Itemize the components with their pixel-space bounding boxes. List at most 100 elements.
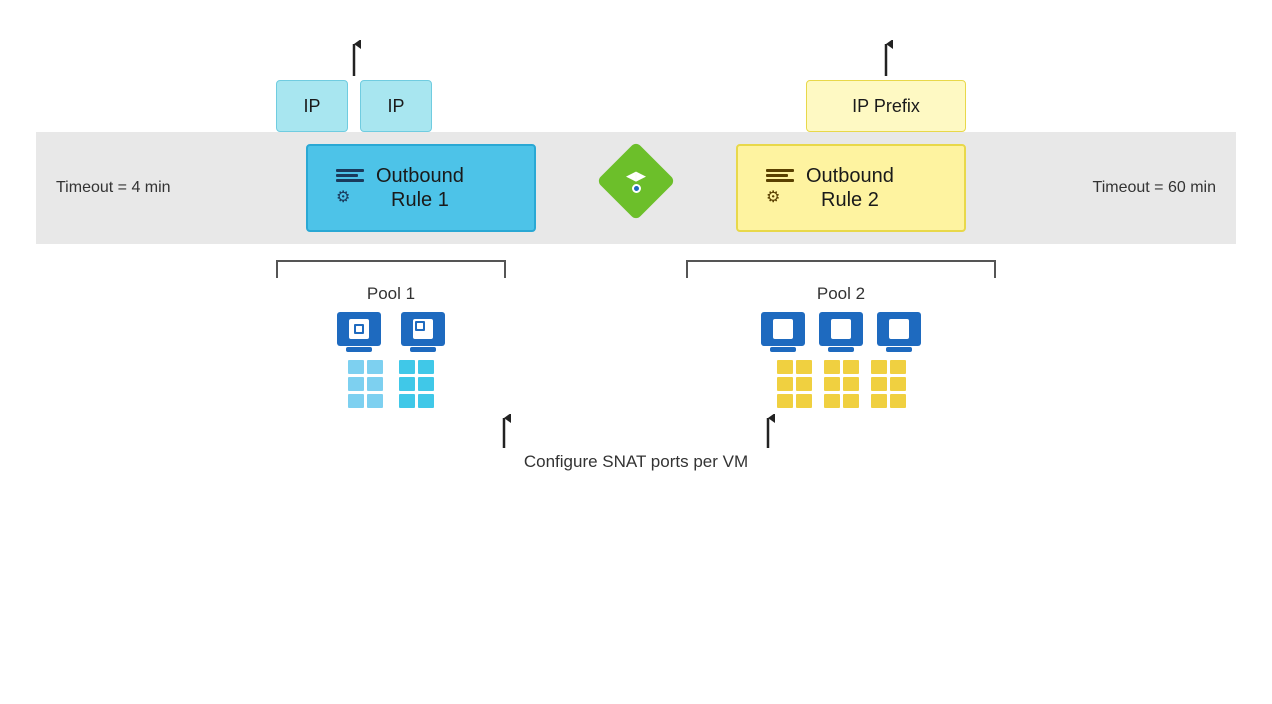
pool2-bracket-right — [994, 260, 996, 278]
rule-line-2 — [336, 174, 358, 177]
vm1-cube — [349, 319, 369, 339]
top-area: IP IP IP Prefix — [36, 12, 1236, 132]
vm5-cube — [889, 319, 909, 339]
py18 — [890, 394, 906, 408]
pc8 — [418, 360, 434, 374]
vm3-cube — [773, 319, 793, 339]
rule-icon-2: ⚙ — [766, 169, 794, 207]
pc10 — [418, 377, 434, 391]
vm4-stand — [828, 347, 854, 352]
pc3 — [348, 377, 364, 391]
vm5-stand — [886, 347, 912, 352]
arrow-up-left-icon — [347, 40, 361, 76]
port-col-1 — [348, 360, 383, 408]
port-col-5 — [871, 360, 906, 408]
arrow-up-pool1-icon — [497, 414, 511, 448]
bottom-arrows — [497, 414, 775, 448]
ip-prefix-box: IP Prefix — [806, 80, 966, 132]
vm4-cube — [831, 319, 851, 339]
vm1-monitor — [337, 312, 381, 346]
py3 — [777, 377, 793, 391]
pc1 — [348, 360, 364, 374]
pc11 — [399, 394, 415, 408]
pool2-content: Pool 2 — [686, 278, 996, 408]
rule-line-6 — [766, 179, 794, 182]
rule-2-text: OutboundRule 2 — [806, 164, 894, 212]
py5 — [777, 394, 793, 408]
pc6 — [367, 394, 383, 408]
traffic-manager: ◀ ▶ — [601, 146, 671, 216]
top-left-group: IP IP — [276, 40, 432, 132]
py15 — [871, 377, 887, 391]
py9 — [824, 377, 840, 391]
pc4 — [367, 377, 383, 391]
pc5 — [348, 394, 364, 408]
vm3 — [761, 312, 805, 352]
pool1-label: Pool 1 — [367, 284, 415, 304]
vm2-monitor — [401, 312, 445, 346]
rule-line-1 — [336, 169, 364, 172]
pool-section: Pool 1 — [36, 244, 1236, 408]
py6 — [796, 394, 812, 408]
pc2 — [367, 360, 383, 374]
py11 — [824, 394, 840, 408]
port-col-2 — [399, 360, 434, 408]
vm2 — [401, 312, 445, 352]
pool1-wrapper: Pool 1 — [276, 260, 506, 408]
snat-label: Configure SNAT ports per VM — [524, 452, 748, 472]
pool1-content: Pool 1 — [276, 278, 506, 408]
pc7 — [399, 360, 415, 374]
rule-line-4 — [766, 169, 794, 172]
pool1-bracket-left — [276, 260, 278, 278]
vm1 — [337, 312, 381, 352]
py2 — [796, 360, 812, 374]
py7 — [824, 360, 840, 374]
pool2-ports — [777, 360, 906, 408]
py16 — [890, 377, 906, 391]
pool1-bracket — [276, 260, 506, 278]
arrow-left-icon: ◀ — [626, 169, 636, 182]
center-dot — [632, 184, 641, 193]
rule-icon-1: ⚙ — [336, 169, 364, 207]
py14 — [890, 360, 906, 374]
port-col-4 — [824, 360, 859, 408]
vm4 — [819, 312, 863, 352]
port-col-3 — [777, 360, 812, 408]
gear-icon-2: ⚙ — [766, 187, 794, 207]
pool2-wrapper: Pool 2 — [686, 260, 996, 408]
pool2-bracket-left — [686, 260, 688, 278]
py13 — [871, 360, 887, 374]
vm2-cube — [413, 319, 433, 339]
outbound-rule-2: ⚙ OutboundRule 2 — [736, 144, 966, 232]
py12 — [843, 394, 859, 408]
py1 — [777, 360, 793, 374]
rule-line-5 — [766, 174, 788, 177]
rule-line-3 — [336, 179, 364, 182]
pool2-bracket-top — [688, 260, 994, 262]
pool2-vms — [761, 312, 921, 352]
vm5 — [877, 312, 921, 352]
rule-lines-2 — [766, 169, 794, 182]
pool1-ports — [348, 360, 434, 408]
pool2-label: Pool 2 — [817, 284, 865, 304]
pool2-bracket — [686, 260, 996, 278]
vm2-stand — [410, 347, 436, 352]
middle-band: Timeout = 4 min ⚙ OutboundRule 1 ◀ — [36, 132, 1236, 244]
gear-icon-1: ⚙ — [336, 187, 364, 207]
pool1-vms — [337, 312, 445, 352]
diagram: IP IP IP Prefix Timeout = 4 min — [36, 12, 1236, 692]
outbound-rule-1: ⚙ OutboundRule 1 — [306, 144, 536, 232]
py10 — [843, 377, 859, 391]
vm5-monitor — [877, 312, 921, 346]
vm3-monitor — [761, 312, 805, 346]
bottom-section: Configure SNAT ports per VM — [497, 414, 775, 472]
pool1-bracket-top — [278, 260, 504, 262]
pc9 — [399, 377, 415, 391]
py4 — [796, 377, 812, 391]
pool1-bracket-right — [504, 260, 506, 278]
py8 — [843, 360, 859, 374]
ip-box-1: IP — [276, 80, 348, 132]
rule-1-text: OutboundRule 1 — [376, 164, 464, 212]
timeout-right-label: Timeout = 60 min — [1073, 179, 1216, 197]
vm3-stand — [770, 347, 796, 352]
